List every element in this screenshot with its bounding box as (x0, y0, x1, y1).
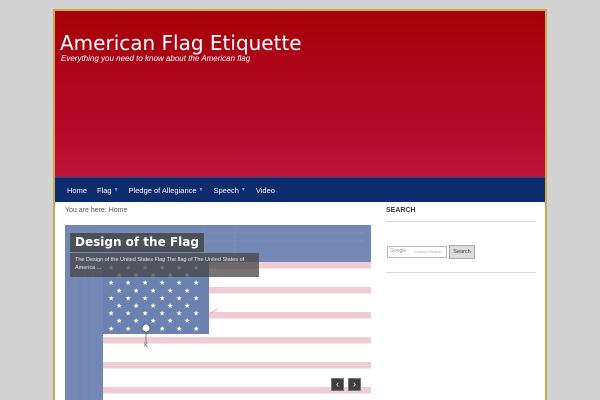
svg-text:★: ★ (116, 302, 122, 310)
svg-text:★: ★ (150, 302, 156, 310)
chevron-left-icon: ‹ (336, 379, 339, 389)
nav-item-speech[interactable]: Speech ▼ (213, 186, 245, 195)
chevron-down-icon: ▼ (198, 187, 204, 193)
chevron-down-icon: ▼ (240, 187, 246, 193)
svg-text:★: ★ (108, 310, 114, 318)
slider-prev-button[interactable]: ‹ (331, 378, 344, 391)
site-description: Everything you need to know about the Am… (61, 54, 251, 63)
svg-text:★: ★ (116, 287, 122, 295)
nav-item-label: Speech (213, 185, 239, 195)
svg-text:★: ★ (142, 310, 148, 318)
search-button[interactable]: Search (449, 245, 475, 259)
site-header: American Flag Etiquette Everything you n… (55, 11, 545, 177)
chevron-down-icon: ▼ (113, 187, 119, 193)
svg-text:★: ★ (108, 325, 114, 333)
svg-text:★: ★ (142, 294, 148, 302)
search-widget-heading: SEARCH (386, 207, 416, 214)
search-placeholder: Custom Search (414, 249, 442, 254)
featured-slider[interactable]: ★★★★★★★★★★★★★★★★★★★★★★★★★★★★★★★★★★★★★★★★… (65, 225, 371, 400)
svg-text:★: ★ (125, 279, 131, 287)
svg-text:★: ★ (125, 325, 131, 333)
nav-item-label: Video (255, 185, 275, 195)
search-input[interactable]: Google Custom Search (387, 246, 447, 258)
nav-item-video[interactable]: Video (256, 186, 275, 195)
search-brand-logo: Google (390, 248, 407, 254)
svg-text:★: ★ (193, 325, 199, 333)
svg-text:★: ★ (167, 302, 173, 310)
svg-text:★: ★ (133, 317, 139, 325)
site-frame: American Flag Etiquette Everything you n… (53, 9, 547, 400)
svg-text:★: ★ (108, 294, 114, 302)
divider (386, 221, 536, 222)
svg-text:★: ★ (125, 310, 131, 318)
svg-text:★: ★ (167, 287, 173, 295)
svg-text:★: ★ (193, 279, 199, 287)
divider (386, 272, 536, 273)
nav-item-label: Home (67, 185, 88, 195)
svg-text:★: ★ (159, 325, 165, 333)
slider-next-button[interactable]: › (348, 378, 361, 391)
site-title[interactable]: American Flag Etiquette (60, 31, 302, 55)
svg-text:★: ★ (116, 317, 122, 325)
svg-text:★: ★ (150, 317, 156, 325)
chevron-right-icon: › (353, 379, 356, 389)
svg-text:★: ★ (142, 279, 148, 287)
slide-title[interactable]: Design of the Flag (70, 233, 204, 252)
svg-text:★: ★ (108, 279, 114, 287)
svg-text:★: ★ (184, 317, 190, 325)
nav-item-label: Flag (97, 185, 112, 195)
nav-item-label: Pledge of Allegiance (128, 185, 197, 195)
svg-text:★: ★ (159, 279, 165, 287)
svg-text:★: ★ (159, 310, 165, 318)
svg-text:★: ★ (176, 279, 182, 287)
svg-text:★: ★ (193, 310, 199, 318)
nav-item-flag[interactable]: Flag ▼ (97, 186, 119, 195)
svg-text:★: ★ (133, 302, 139, 310)
svg-text:★: ★ (133, 287, 139, 295)
svg-text:★: ★ (184, 302, 190, 310)
slide-excerpt: The Design of the United States Flag The… (70, 253, 259, 277)
svg-text:★: ★ (193, 294, 199, 302)
svg-text:★: ★ (167, 317, 173, 325)
svg-text:★: ★ (176, 294, 182, 302)
nav-item-home[interactable]: Home (67, 186, 87, 195)
svg-text:★: ★ (150, 287, 156, 295)
svg-text:★: ★ (176, 325, 182, 333)
svg-text:★: ★ (159, 294, 165, 302)
breadcrumb: You are here: Home (65, 207, 128, 214)
svg-text:★: ★ (125, 294, 131, 302)
svg-text:★: ★ (176, 310, 182, 318)
svg-text:★: ★ (184, 287, 190, 295)
nav-item-pledge[interactable]: Pledge of Allegiance ▼ (129, 186, 204, 195)
main-nav: Home Flag ▼ Pledge of Allegiance ▼ Speech ▼… (55, 177, 545, 202)
